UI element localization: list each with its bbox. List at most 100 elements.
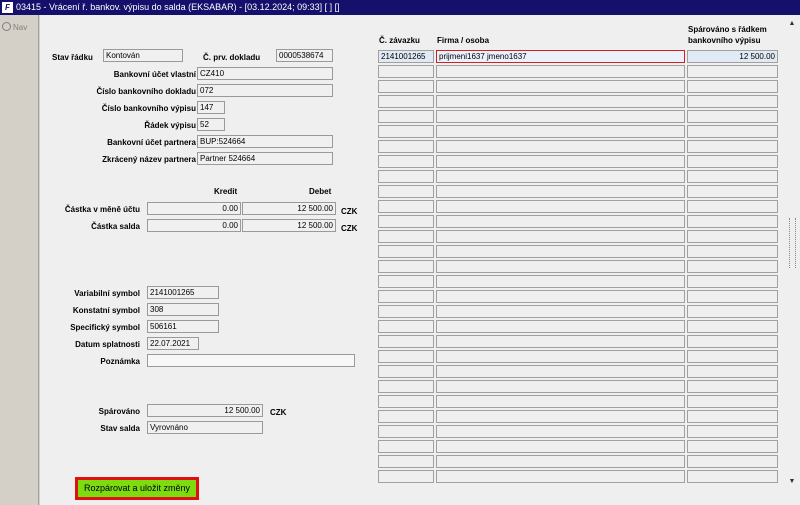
firma-osoba-cell[interactable] (436, 230, 685, 243)
sparovano-cell[interactable] (687, 170, 778, 183)
c-zavazku-cell[interactable] (378, 80, 434, 93)
firma-osoba-cell[interactable] (436, 215, 685, 228)
sparovano-cell[interactable] (687, 440, 778, 453)
sparovano-cell[interactable] (687, 305, 778, 318)
firma-osoba-cell[interactable] (436, 365, 685, 378)
firma-osoba-cell[interactable] (436, 140, 685, 153)
sparovano-cell[interactable] (687, 395, 778, 408)
castka-v-mene-uctu-debet[interactable]: 12 500.00 (242, 202, 336, 215)
konstantni-symbol-field[interactable]: 308 (147, 303, 219, 316)
c-zavazku-cell[interactable] (378, 170, 434, 183)
sparovano-cell[interactable] (687, 95, 778, 108)
c-zavazku-cell[interactable] (378, 275, 434, 288)
firma-osoba-cell[interactable] (436, 410, 685, 423)
firma-osoba-cell[interactable] (436, 185, 685, 198)
firma-osoba-cell[interactable] (436, 170, 685, 183)
variabilni-symbol-field[interactable]: 2141001265 (147, 286, 219, 299)
zkraceny-nazev-partnera-field[interactable]: Partner 524664 (197, 152, 333, 165)
c-zavazku-cell[interactable] (378, 215, 434, 228)
c-prv-dokladu-field[interactable]: 0000538674 (276, 49, 333, 62)
sparovano-cell[interactable] (687, 260, 778, 273)
castka-salda-kredit[interactable]: 0.00 (147, 219, 241, 232)
c-zavazku-cell[interactable] (378, 185, 434, 198)
stav-radku-field[interactable]: Kontován (103, 49, 183, 62)
c-zavazku-cell[interactable] (378, 230, 434, 243)
c-zavazku-cell[interactable] (378, 95, 434, 108)
sparovano-cell[interactable] (687, 65, 778, 78)
c-zavazku-cell[interactable] (378, 440, 434, 453)
firma-osoba-cell[interactable] (436, 110, 685, 123)
sparovano-cell[interactable] (687, 350, 778, 363)
sparovano-cell[interactable] (687, 425, 778, 438)
sparovano-cell[interactable] (687, 125, 778, 138)
grid-scrollbar[interactable]: ▲ ▼ (785, 18, 799, 488)
sparovano-cell[interactable] (687, 365, 778, 378)
firma-osoba-cell[interactable] (436, 245, 685, 258)
sparovano-cell[interactable] (687, 245, 778, 258)
sparovano-cell[interactable] (687, 200, 778, 213)
c-zavazku-cell[interactable] (378, 470, 434, 483)
c-zavazku-cell[interactable] (378, 200, 434, 213)
c-zavazku-cell[interactable] (378, 350, 434, 363)
sparovano-cell[interactable] (687, 230, 778, 243)
firma-osoba-cell[interactable] (436, 80, 685, 93)
poznamka-field[interactable] (147, 354, 355, 367)
nav-button[interactable]: Nav (2, 22, 27, 32)
c-zavazku-cell[interactable] (378, 140, 434, 153)
sparovano-cell[interactable] (687, 275, 778, 288)
sparovano-cell[interactable] (687, 290, 778, 303)
c-zavazku-cell[interactable] (378, 110, 434, 123)
c-zavazku-cell[interactable] (378, 335, 434, 348)
c-zavazku-cell[interactable] (378, 425, 434, 438)
sparovano-cell[interactable] (687, 185, 778, 198)
scroll-thumb[interactable] (789, 218, 796, 268)
sparovano-cell[interactable] (687, 155, 778, 168)
firma-osoba-cell[interactable] (436, 320, 685, 333)
c-zavazku-cell[interactable] (378, 260, 434, 273)
sparovano-cell[interactable]: 12 500.00 (687, 50, 778, 63)
sparovano-cell[interactable] (687, 320, 778, 333)
rozparovat-a-ulozit-button[interactable]: Rozpárovat a uložit změny (75, 477, 199, 500)
c-zavazku-cell[interactable] (378, 395, 434, 408)
firma-osoba-cell[interactable] (436, 155, 685, 168)
c-zavazku-cell[interactable] (378, 125, 434, 138)
sparovano-field[interactable]: 12 500.00 (147, 404, 263, 417)
sparovano-cell[interactable] (687, 110, 778, 123)
firma-osoba-cell[interactable] (436, 335, 685, 348)
c-zavazku-cell[interactable] (378, 290, 434, 303)
datum-splatnosti-field[interactable]: 22.07.2021 (147, 337, 199, 350)
firma-osoba-cell[interactable] (436, 350, 685, 363)
firma-osoba-cell[interactable] (436, 470, 685, 483)
castka-salda-debet[interactable]: 12 500.00 (242, 219, 336, 232)
bankovni-ucet-partnera-field[interactable]: BUP:524664 (197, 135, 333, 148)
sparovano-cell[interactable] (687, 470, 778, 483)
cislo-bankovniho-dokladu-field[interactable]: 072 (197, 84, 333, 97)
firma-osoba-cell[interactable] (436, 95, 685, 108)
sparovano-cell[interactable] (687, 215, 778, 228)
firma-osoba-cell[interactable] (436, 440, 685, 453)
c-zavazku-cell[interactable] (378, 455, 434, 468)
firma-osoba-cell[interactable] (436, 395, 685, 408)
firma-osoba-cell[interactable] (436, 125, 685, 138)
c-zavazku-cell[interactable] (378, 155, 434, 168)
bankovni-ucet-vlastni-field[interactable]: CZ410 (197, 67, 333, 80)
scroll-down-icon[interactable]: ▼ (785, 476, 799, 488)
specificky-symbol-field[interactable]: 506161 (147, 320, 219, 333)
c-zavazku-cell[interactable]: 2141001265 (378, 50, 434, 63)
c-zavazku-cell[interactable] (378, 320, 434, 333)
radek-vypisu-field[interactable]: 52 (197, 118, 225, 131)
firma-osoba-cell[interactable]: prijmeni1637 jmeno1637 (436, 50, 685, 63)
castka-v-mene-uctu-kredit[interactable]: 0.00 (147, 202, 241, 215)
firma-osoba-cell[interactable] (436, 290, 685, 303)
stav-salda-field[interactable]: Vyrovnáno (147, 421, 263, 434)
cislo-bankovniho-vypisu-field[interactable]: 147 (197, 101, 225, 114)
firma-osoba-cell[interactable] (436, 275, 685, 288)
firma-osoba-cell[interactable] (436, 425, 685, 438)
c-zavazku-cell[interactable] (378, 365, 434, 378)
firma-osoba-cell[interactable] (436, 65, 685, 78)
c-zavazku-cell[interactable] (378, 305, 434, 318)
c-zavazku-cell[interactable] (378, 410, 434, 423)
sparovano-cell[interactable] (687, 410, 778, 423)
sparovano-cell[interactable] (687, 335, 778, 348)
firma-osoba-cell[interactable] (436, 200, 685, 213)
